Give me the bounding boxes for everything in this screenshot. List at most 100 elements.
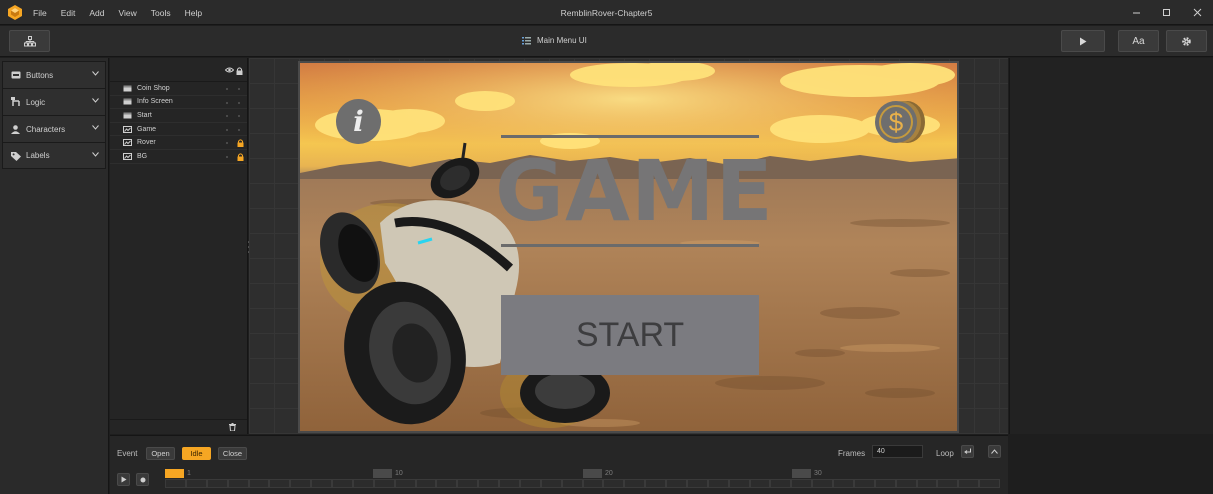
timeline-track[interactable]: 1 10 20 30 — [165, 469, 1000, 489]
category-buttons[interactable]: Buttons — [2, 61, 106, 88]
close-window-button[interactable] — [1189, 4, 1205, 20]
trash-icon[interactable] — [229, 423, 236, 431]
frame-cell[interactable] — [645, 479, 666, 488]
frame-cell[interactable] — [853, 479, 875, 488]
frame-cell[interactable] — [311, 479, 332, 488]
frame-cell[interactable] — [415, 479, 437, 488]
layer-row[interactable]: Coin Shop — [110, 82, 247, 96]
canvas-area[interactable]: GAME START i $ — [249, 58, 1008, 434]
lock-icon[interactable] — [236, 67, 243, 75]
visibility-toggle[interactable] — [226, 88, 228, 90]
frame-cell[interactable] — [728, 479, 750, 488]
visibility-toggle[interactable] — [226, 115, 228, 118]
frame-cell[interactable] — [561, 479, 583, 488]
menu-add[interactable]: Add — [89, 8, 104, 18]
lock-icon[interactable] — [237, 153, 244, 161]
frame-cell[interactable] — [248, 479, 270, 488]
frame-cell[interactable] — [895, 479, 917, 488]
eye-icon[interactable] — [225, 67, 234, 73]
frame-cell[interactable] — [979, 479, 1000, 488]
menu-file[interactable]: File — [33, 8, 47, 18]
event-open-button[interactable]: Open — [146, 447, 175, 460]
frame-cell[interactable] — [833, 479, 854, 488]
frame-cell[interactable] — [352, 479, 374, 488]
frame-cell[interactable] — [227, 479, 249, 488]
frame-cell[interactable] — [770, 479, 792, 488]
frame-cell[interactable] — [457, 479, 479, 488]
event-close-button[interactable]: Close — [218, 447, 247, 460]
lock-toggle[interactable] — [238, 115, 240, 118]
lock-icon[interactable] — [237, 139, 244, 148]
minimize-button[interactable] — [1128, 4, 1144, 20]
frame-cell[interactable] — [791, 479, 813, 488]
frame-cell[interactable] — [499, 479, 520, 488]
layer-row[interactable]: BG — [110, 150, 247, 164]
category-labels[interactable]: Labels — [2, 142, 106, 169]
frame-cell[interactable] — [436, 479, 458, 488]
frame-cell[interactable] — [373, 479, 395, 488]
font-button[interactable]: Aa — [1118, 30, 1159, 52]
collapse-timeline-button[interactable] — [988, 445, 1001, 458]
maximize-button[interactable] — [1158, 4, 1174, 20]
frame-cell[interactable] — [582, 479, 604, 488]
visibility-toggle[interactable] — [226, 142, 228, 145]
timeline-play-button[interactable] — [117, 473, 130, 486]
frames-input[interactable]: 40 — [872, 445, 923, 458]
frame-cell[interactable] — [165, 479, 186, 488]
loop-toggle[interactable] — [961, 445, 974, 458]
lock-toggle[interactable] — [238, 88, 240, 90]
frame-cell[interactable] — [603, 479, 625, 488]
lock-toggle[interactable] — [238, 128, 240, 131]
button-icon — [11, 71, 22, 79]
frame-cell[interactable] — [812, 479, 833, 488]
menu-edit[interactable]: Edit — [61, 8, 76, 18]
play-icon — [1080, 37, 1087, 45]
frame-cell[interactable] — [916, 479, 938, 488]
frame-cell[interactable] — [666, 479, 687, 488]
frame-cell[interactable] — [206, 479, 228, 488]
event-idle-button[interactable]: Idle — [182, 447, 211, 460]
visibility-toggle[interactable] — [226, 128, 228, 131]
coin-shop-button[interactable]: $ — [873, 100, 927, 144]
menu-tools[interactable]: Tools — [151, 8, 171, 18]
layer-row[interactable]: Rover — [110, 136, 247, 150]
game-title[interactable]: GAME — [495, 149, 773, 233]
category-characters[interactable]: Characters — [2, 115, 106, 142]
frame-cell[interactable] — [937, 479, 959, 488]
play-button[interactable] — [1061, 30, 1105, 52]
frame-marker-20 — [583, 469, 602, 478]
frame-cell[interactable] — [269, 479, 291, 488]
playhead[interactable] — [165, 469, 184, 478]
frame-cell[interactable] — [185, 479, 207, 488]
menu-view[interactable]: View — [118, 8, 136, 18]
visibility-toggle[interactable] — [226, 101, 228, 104]
category-logic[interactable]: Logic — [2, 88, 106, 115]
frame-cell[interactable] — [394, 479, 416, 488]
frames-label: Frames — [838, 449, 866, 458]
game-preview[interactable]: GAME START i $ — [298, 61, 959, 433]
lock-toggle[interactable] — [238, 101, 240, 104]
frame-cell[interactable] — [749, 479, 771, 488]
frame-cell[interactable] — [290, 479, 312, 488]
layer-row[interactable]: Game — [110, 123, 247, 137]
app-logo-icon — [8, 5, 22, 20]
frame-cell[interactable] — [624, 479, 646, 488]
frame-cell[interactable] — [707, 479, 729, 488]
layer-row[interactable]: Info Screen — [110, 96, 247, 110]
hierarchy-button[interactable] — [9, 30, 50, 52]
start-button[interactable]: START — [501, 295, 759, 375]
frame-cell[interactable] — [478, 479, 499, 488]
chevron-down-icon — [92, 98, 99, 103]
frame-cell[interactable] — [519, 479, 541, 488]
frame-cell[interactable] — [958, 479, 980, 488]
menu-help[interactable]: Help — [185, 8, 202, 18]
visibility-toggle[interactable] — [226, 155, 228, 158]
timeline-record-button[interactable] — [136, 473, 149, 486]
layer-row[interactable]: Start — [110, 109, 247, 123]
frame-cell[interactable] — [686, 479, 708, 488]
frame-cell[interactable] — [874, 479, 896, 488]
frame-cell[interactable] — [332, 479, 353, 488]
frame-cell[interactable] — [540, 479, 562, 488]
settings-button[interactable] — [1166, 30, 1207, 52]
info-button[interactable]: i — [336, 99, 381, 144]
